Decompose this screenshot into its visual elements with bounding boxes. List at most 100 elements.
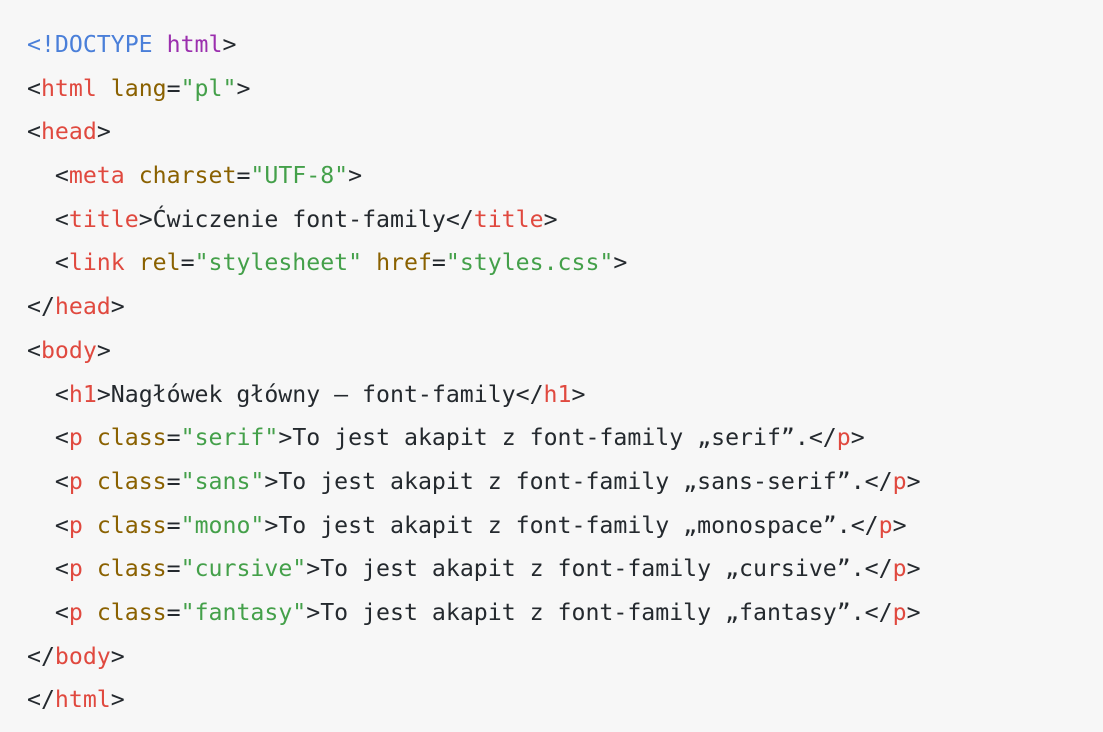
punctuation-token: < [27, 118, 41, 146]
code-block: <!DOCTYPE html> <html lang="pl"> <head> <m… [0, 0, 1103, 732]
attribute-value-token: "cursive" [180, 555, 307, 583]
code-line: <p class="fantasy">To jest akapit z font… [27, 591, 1103, 635]
attribute-value-token: "pl" [180, 74, 237, 102]
attribute-value-token: "stylesheet" [194, 249, 363, 277]
doctype-token: <!DOCTYPE [27, 31, 153, 58]
punctuation-token: > [613, 249, 628, 277]
text-token: To jest akapit z font-family „sans-serif… [278, 467, 865, 495]
code-line: <link rel="stylesheet" href="styles.css"… [27, 241, 1103, 285]
tag-name-token: body [40, 336, 97, 364]
punctuation-token: < [27, 511, 69, 539]
tag-name-token: p [892, 598, 907, 626]
text-token: To jest akapit z font-family „serif”. [292, 424, 809, 452]
tag-name-token: p [68, 511, 83, 539]
punctuation-token: > [278, 424, 293, 452]
punctuation-token: = [166, 598, 181, 626]
punctuation-token: > [96, 380, 111, 408]
tag-name-token: h1 [543, 380, 572, 408]
attribute-value-token: "styles.css" [445, 249, 614, 277]
punctuation-token: = [166, 424, 181, 452]
attribute-value-token: "fantasy" [180, 598, 307, 626]
tag-name-token: link [68, 249, 125, 277]
attribute-name-token: class [96, 598, 167, 626]
code-line: <p class="cursive">To jest akapit z font… [27, 547, 1103, 591]
punctuation-token: </ [850, 511, 879, 539]
punctuation-token: < [27, 467, 69, 495]
punctuation-token: > [236, 74, 251, 102]
punctuation-token: </ [808, 424, 837, 452]
attribute-name-token: charset [138, 162, 237, 190]
code-line: <p class="serif">To jest akapit z font-f… [27, 416, 1103, 460]
punctuation-token: > [348, 162, 363, 190]
code-line: <p class="sans">To jest akapit z font-fa… [27, 460, 1103, 504]
tag-name-token: p [68, 424, 83, 452]
attribute-value-token: "serif" [180, 424, 279, 452]
punctuation-token: > [571, 380, 586, 408]
punctuation-token: < [27, 162, 69, 190]
punctuation-token: > [96, 336, 111, 364]
keyword-token: html [166, 31, 223, 58]
punctuation-token: > [264, 467, 279, 495]
attribute-name-token: lang [110, 74, 167, 102]
punctuation-token: = [166, 511, 181, 539]
punctuation-token: < [27, 598, 69, 626]
punctuation-token: < [27, 205, 69, 233]
text-token: To jest akapit z font-family „cursive”. [320, 555, 865, 583]
punctuation-token: < [27, 380, 69, 408]
text-token: To jest akapit z font-family „monospace”… [278, 511, 851, 539]
code-line: </html> [27, 678, 1103, 722]
tag-name-token: head [54, 293, 111, 321]
punctuation-token: = [166, 467, 181, 495]
attribute-name-token: href [376, 249, 432, 277]
punctuation-token: </ [27, 686, 55, 714]
attribute-name-token: class [96, 511, 167, 539]
punctuation-token: = [166, 555, 181, 583]
code-line: </body> [27, 635, 1103, 679]
punctuation-token: < [27, 555, 69, 583]
code-line: <h1>Nagłówek główny – font-family</h1> [27, 373, 1103, 417]
code-line: </head> [27, 285, 1103, 329]
punctuation-token: > [850, 424, 865, 452]
punctuation-token: < [27, 424, 69, 452]
text-token: Ćwiczenie font-family [152, 205, 446, 233]
punctuation-token: > [892, 511, 907, 539]
punctuation-token: > [306, 555, 321, 583]
tag-name-token: p [892, 467, 907, 495]
punctuation-token: > [110, 686, 125, 714]
tag-name-token: p [878, 511, 893, 539]
tag-name-token: p [68, 467, 83, 495]
code-line: <title>Ćwiczenie font-family</title> [27, 198, 1103, 242]
punctuation-token: = [431, 249, 446, 277]
punctuation-token: > [138, 205, 153, 233]
punctuation-token: </ [864, 555, 893, 583]
tag-name-token: html [40, 74, 97, 102]
punctuation-token: </ [445, 205, 474, 233]
code-line: <p class="mono">To jest akapit z font-fa… [27, 504, 1103, 548]
punctuation-token: > [96, 118, 111, 146]
punctuation-token: > [906, 467, 921, 495]
tag-name-token: p [892, 555, 907, 583]
tag-name-token: h1 [68, 380, 97, 408]
tag-name-token: p [68, 598, 83, 626]
tag-name-token: p [68, 555, 83, 583]
attribute-name-token: class [96, 555, 167, 583]
attribute-value-token: "UTF-8" [250, 162, 349, 190]
attribute-value-token: "mono" [180, 511, 265, 539]
tag-name-token: html [54, 686, 111, 714]
code-line: <!DOCTYPE html> [27, 23, 1103, 67]
tag-name-token: body [54, 642, 111, 670]
punctuation-token: < [27, 336, 41, 364]
punctuation-token: > [906, 555, 921, 583]
punctuation-token: > [110, 293, 125, 321]
attribute-value-token: "sans" [180, 467, 265, 495]
punctuation-token: > [264, 511, 279, 539]
